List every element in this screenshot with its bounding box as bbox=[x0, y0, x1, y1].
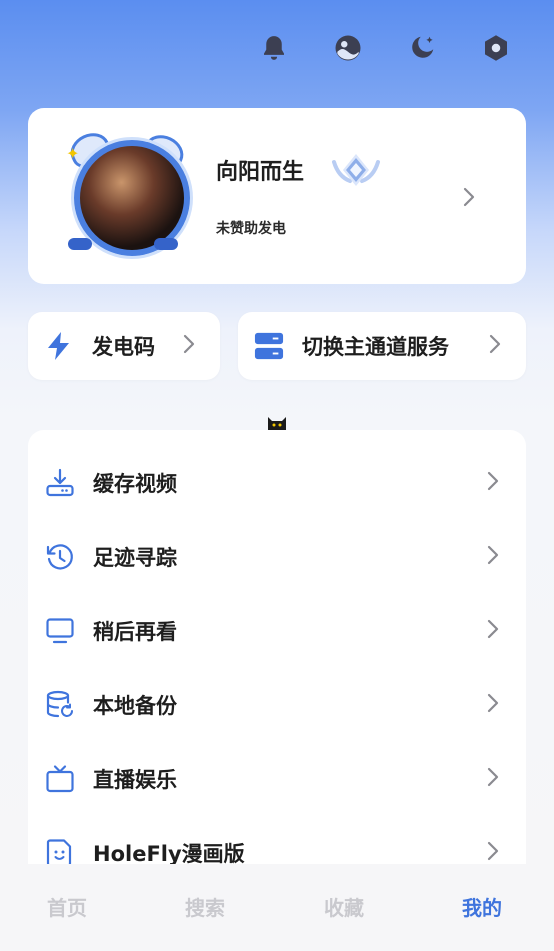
sparkle-icon: ✦ bbox=[66, 144, 80, 163]
tab-home[interactable]: 首页 bbox=[47, 892, 87, 921]
theme-icon[interactable] bbox=[330, 30, 366, 66]
power-code-label: 发电码 bbox=[92, 335, 155, 359]
menu-item-label: 直播娱乐 bbox=[93, 768, 177, 792]
sponsor-status: 未赞助发电 bbox=[216, 221, 286, 237]
menu-item-live[interactable]: 直播娱乐 bbox=[28, 747, 526, 811]
menu-item-watch-later[interactable]: 稍后再看 bbox=[28, 599, 526, 663]
menu-item-label: 本地备份 bbox=[93, 694, 177, 718]
chevron-right-icon bbox=[486, 692, 500, 718]
history-icon bbox=[44, 541, 76, 573]
bell-icon[interactable] bbox=[256, 30, 292, 66]
switch-channel-label: 切换主通道服务 bbox=[302, 335, 449, 359]
tab-mine[interactable]: 我的 bbox=[462, 892, 502, 921]
level-badge-icon bbox=[328, 150, 384, 190]
menu-item-label: 足迹寻踪 bbox=[93, 546, 177, 570]
menu-item-history[interactable]: 足迹寻踪 bbox=[28, 525, 526, 589]
chevron-right-icon bbox=[486, 470, 500, 496]
tab-search[interactable]: 搜索 bbox=[185, 892, 225, 921]
chevron-right-icon bbox=[486, 544, 500, 570]
tab-favorites[interactable]: 收藏 bbox=[324, 892, 364, 921]
monitor-icon bbox=[44, 615, 76, 647]
header-icons bbox=[256, 30, 514, 66]
lightning-icon bbox=[44, 331, 74, 361]
power-code-button[interactable]: 发电码 bbox=[28, 312, 220, 380]
chevron-right-icon bbox=[486, 766, 500, 792]
database-backup-icon bbox=[44, 689, 76, 721]
chevron-right-icon bbox=[488, 333, 502, 359]
avatar[interactable]: ✦ bbox=[64, 127, 190, 256]
menu-item-label: 缓存视频 bbox=[93, 472, 177, 496]
chevron-right-icon bbox=[462, 186, 476, 212]
chevron-right-icon bbox=[486, 840, 500, 866]
settings-icon[interactable] bbox=[478, 30, 514, 66]
chevron-right-icon bbox=[182, 333, 196, 359]
menu-item-cached-videos[interactable]: 缓存视频 bbox=[28, 451, 526, 515]
menu-item-local-backup[interactable]: 本地备份 bbox=[28, 673, 526, 737]
profile-card[interactable]: ✦ 向阳而生 未赞助发电 bbox=[28, 108, 526, 284]
tv-icon bbox=[44, 763, 76, 795]
username: 向阳而生 bbox=[216, 160, 305, 185]
server-icon bbox=[254, 331, 284, 361]
bottom-tab-bar: 首页 搜索 收藏 我的 bbox=[0, 864, 554, 951]
menu-item-label: 稍后再看 bbox=[93, 620, 177, 644]
switch-channel-button[interactable]: 切换主通道服务 bbox=[238, 312, 526, 380]
chevron-right-icon bbox=[486, 618, 500, 644]
download-icon bbox=[44, 467, 76, 499]
night-mode-icon[interactable] bbox=[404, 30, 440, 66]
